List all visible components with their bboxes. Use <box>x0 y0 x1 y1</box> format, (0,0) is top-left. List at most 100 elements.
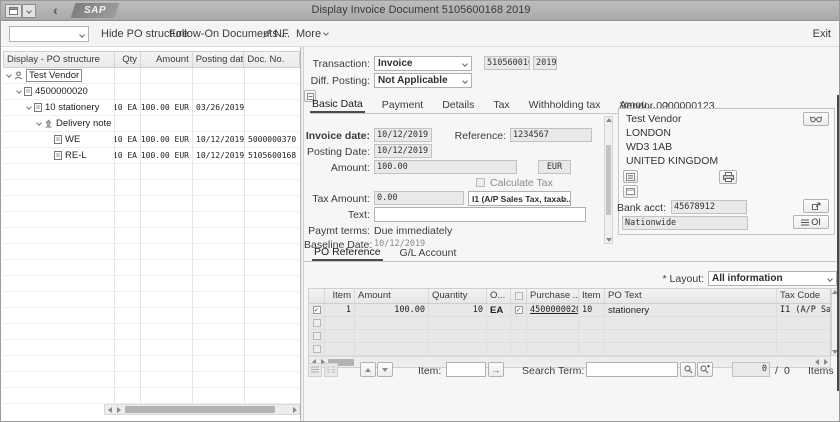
tree-row-item[interactable]: 10 stationery 10 EA 100.00 EUR 03/26/201… <box>3 100 300 116</box>
row-select-checkbox[interactable]: ✓ <box>313 306 321 314</box>
col-amount[interactable]: Amount <box>355 289 429 303</box>
reference-field[interactable]: 1234567 <box>510 128 592 142</box>
tab-payment[interactable]: Payment <box>380 97 425 113</box>
open-items-button[interactable]: OI <box>793 215 829 229</box>
col-purchase-order[interactable]: Purchase ... <box>527 289 579 303</box>
col-final-invoice[interactable] <box>511 289 527 303</box>
tree-row-delivery-note[interactable]: Delivery note <box>3 116 300 132</box>
scroll-right-icon[interactable] <box>290 405 299 414</box>
fiscal-year-field[interactable]: 2019 <box>533 56 557 70</box>
tree-empty-row <box>3 164 300 180</box>
select-all-icon <box>311 366 319 374</box>
currency-field[interactable]: EUR <box>538 160 571 174</box>
bank-name-field[interactable]: Nationwide <box>622 216 748 230</box>
transaction-select[interactable]: Invoice <box>374 56 472 71</box>
tree-row-vendor[interactable]: Test Vendor <box>3 68 300 84</box>
tree-node-label[interactable]: WE <box>65 134 80 145</box>
tree-empty-row <box>3 244 300 260</box>
tree-col-amount[interactable]: Amount <box>141 52 193 67</box>
scroll-down-icon[interactable] <box>606 238 612 242</box>
tree-row-po[interactable]: 4500000020 <box>3 84 300 100</box>
tree-col-posting-date[interactable]: Posting date <box>193 52 245 67</box>
tree-cell-doc <box>245 84 300 99</box>
tab-details[interactable]: Details <box>440 97 476 113</box>
tab-po-reference[interactable]: PO Reference <box>312 244 383 261</box>
tax-amount-field[interactable]: 0.00 <box>374 191 464 205</box>
collapse-chevron-icon[interactable] <box>26 104 32 110</box>
select-all-button[interactable] <box>308 363 322 377</box>
tree-node-label[interactable]: Delivery note <box>56 118 111 129</box>
tree-col-doc-no[interactable]: Doc. No. <box>244 52 299 67</box>
collapse-chevron-icon[interactable] <box>16 88 22 94</box>
sort-descending-button[interactable] <box>377 362 393 377</box>
text-input[interactable] <box>374 207 586 222</box>
col-quantity[interactable]: Quantity <box>429 289 487 303</box>
bank-card-button[interactable] <box>623 185 638 198</box>
goto-item-button[interactable]: → <box>488 362 504 377</box>
basic-data-scrollbar[interactable] <box>604 116 613 244</box>
cell-amount[interactable]: 100.00 <box>355 304 429 316</box>
tree-node-label[interactable]: Test Vendor <box>26 69 82 82</box>
exit-button[interactable]: Exit <box>813 28 831 40</box>
print-button[interactable] <box>719 170 737 184</box>
col-item[interactable]: Item <box>325 289 355 303</box>
diff-posting-select[interactable]: Not Applicable <box>374 73 472 88</box>
tree-col-qty[interactable]: Qty <box>115 52 141 67</box>
tax-code-select[interactable]: I1 (A/P Sales Tax, taxab.. <box>468 191 571 206</box>
amount-field[interactable]: 100.00 <box>374 160 517 174</box>
detail-arrow-icon <box>812 202 821 211</box>
back-button[interactable]: ‹ <box>53 2 58 18</box>
item-number-input[interactable] <box>446 362 486 377</box>
bank-acct-field[interactable]: 45678912 <box>671 200 747 214</box>
scrollbar-thumb[interactable] <box>606 145 611 215</box>
cell-quantity[interactable]: 10 <box>429 304 487 316</box>
command-field[interactable] <box>9 26 89 42</box>
sort-ascending-button[interactable] <box>360 362 376 377</box>
scroll-right-icon[interactable] <box>114 405 123 414</box>
tab-withholding-tax[interactable]: Withholding tax <box>527 97 603 113</box>
collapse-chevron-icon[interactable] <box>6 72 12 78</box>
display-vendor-button[interactable] <box>803 112 829 126</box>
tree-col-structure[interactable]: Display - PO structure <box>4 52 115 67</box>
tree-horizontal-scrollbar[interactable] <box>104 404 300 415</box>
scroll-up-icon[interactable] <box>606 118 612 122</box>
tree-row-we[interactable]: WE 10 EA 100.00 EUR 10/12/2019 500000037… <box>3 132 300 148</box>
sort-descending-icon <box>382 368 388 372</box>
col-po-text[interactable]: PO Text <box>605 289 777 303</box>
tab-gl-account[interactable]: G/L Account <box>398 245 459 261</box>
search-term-input[interactable] <box>586 362 678 377</box>
layout-select[interactable]: All information <box>708 271 837 286</box>
cell-po-text[interactable]: stationery <box>605 304 777 316</box>
tree-row-re-l[interactable]: RE-L 10 EA 100.00 EUR 10/12/2019 5105600… <box>3 148 300 164</box>
col-order-unit[interactable]: O... <box>487 289 511 303</box>
final-invoice-checkbox[interactable]: ✓ <box>515 306 523 314</box>
col-tax-code[interactable]: Tax Code <box>777 289 830 303</box>
tab-tax[interactable]: Tax <box>491 97 511 113</box>
item-row-1[interactable]: ✓ 1 100.00 10 EA ✓ 4500000020 10 station… <box>309 304 830 317</box>
purchase-order-link[interactable]: 4500000020 <box>530 305 579 315</box>
col-po-item[interactable]: Item <box>579 289 605 303</box>
tree-node-label[interactable]: 4500000020 <box>35 86 88 97</box>
search-next-button[interactable] <box>697 362 713 377</box>
address-list-button[interactable] <box>623 170 638 183</box>
search-button[interactable] <box>680 362 696 377</box>
deselect-all-button[interactable] <box>324 363 338 377</box>
bank-details-button[interactable] <box>803 199 829 213</box>
collapse-chevron-icon[interactable] <box>36 120 42 126</box>
position-field[interactable]: 0 <box>732 362 770 377</box>
calculate-tax-checkbox[interactable] <box>476 178 485 187</box>
posting-date-field[interactable]: 10/12/2019 <box>374 144 432 158</box>
col-select[interactable] <box>309 289 325 303</box>
document-number-field[interactable]: 5105600168 <box>484 56 530 70</box>
tree-node-label[interactable]: 10 stationery <box>45 102 99 113</box>
more-menu-button[interactable]: More <box>296 28 328 40</box>
gui-options-button[interactable] <box>5 4 22 18</box>
tree-node-label[interactable]: RE-L <box>65 150 87 161</box>
tab-basic-data[interactable]: Basic Data <box>310 96 365 113</box>
scrollbar-thumb[interactable] <box>125 406 275 413</box>
invoice-date-field[interactable]: 10/12/2019 <box>374 128 432 142</box>
gui-options-dropdown[interactable] <box>22 4 36 18</box>
nf-button[interactable]: NF <box>263 28 289 40</box>
scroll-left-icon[interactable] <box>105 405 114 414</box>
cell-tax-code[interactable]: I1 (A/P Sa <box>777 304 830 316</box>
